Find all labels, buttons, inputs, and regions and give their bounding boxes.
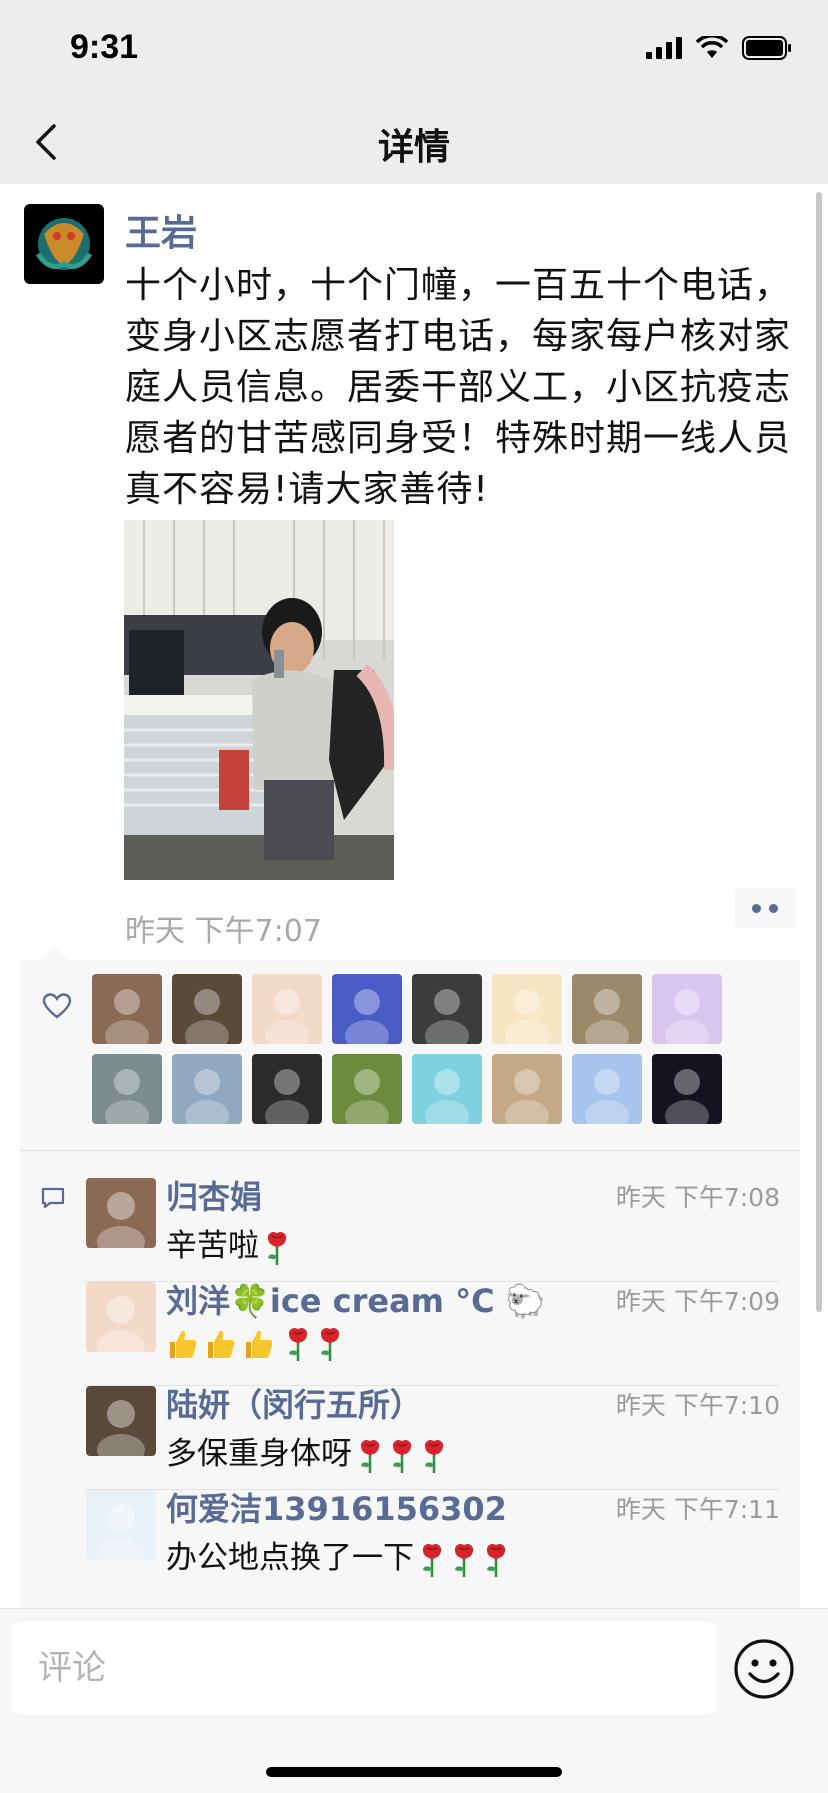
- liker-avatar[interactable]: [332, 974, 402, 1044]
- comment-bar: [0, 1608, 828, 1793]
- status-icons: [646, 36, 792, 60]
- signal-icon: [646, 37, 682, 59]
- comment-item[interactable]: 陆妍（闵行五所） 昨天 下午7:10 多保重身体呀: [84, 1372, 800, 1490]
- liker-avatar[interactable]: [652, 1054, 722, 1124]
- commenter-avatar[interactable]: [86, 1282, 156, 1352]
- page-title: 详情: [377, 127, 450, 168]
- comment-text: 辛苦啦: [166, 1228, 259, 1264]
- commenter-avatar[interactable]: [86, 1386, 156, 1456]
- liker-avatar[interactable]: [172, 1054, 242, 1124]
- liker-avatar[interactable]: [572, 974, 642, 1044]
- comment-body: 👍👍👍: [166, 1324, 344, 1362]
- liker-avatar[interactable]: [652, 974, 722, 1044]
- liker-avatar[interactable]: [252, 1054, 322, 1124]
- interaction-panel: 归杏娟 昨天 下午7:08 辛苦啦刘洋🍀ice cream °C 🐑 昨天 下午7:0…: [20, 960, 800, 1608]
- liker-avatar[interactable]: [92, 1054, 162, 1124]
- thumbs-up-emoji-icon: [208, 1330, 235, 1358]
- rose-emoji-icon: [486, 1543, 506, 1577]
- thumbs-up-emoji-icon: [170, 1330, 197, 1358]
- commenter-name[interactable]: 归杏娟: [166, 1172, 262, 1218]
- comment-timestamp: 昨天 下午7:09: [615, 1287, 780, 1316]
- dot-icon: [769, 903, 778, 913]
- comment-input[interactable]: [12, 1621, 716, 1715]
- comments-section: 归杏娟 昨天 下午7:08 辛苦啦刘洋🍀ice cream °C 🐑 昨天 下午7:0…: [20, 1150, 800, 1608]
- rose-emoji-icon: [360, 1439, 380, 1473]
- more-options-button[interactable]: [734, 888, 796, 928]
- liker-avatar[interactable]: [172, 974, 242, 1044]
- likes-section: [20, 960, 800, 1150]
- nav-bar: 详情: [0, 100, 828, 184]
- comment-body: 多保重身体呀: [166, 1428, 448, 1474]
- rose-emoji-icon: [422, 1543, 442, 1577]
- post-timestamp: 昨天 下午7:07: [125, 914, 322, 949]
- battery-icon: [742, 36, 791, 60]
- liker-avatar[interactable]: [332, 1054, 402, 1124]
- rose-emoji-icon: [392, 1439, 412, 1473]
- panel-pointer: [40, 946, 68, 960]
- liker-avatar[interactable]: [572, 1054, 642, 1124]
- commenter-avatar[interactable]: [86, 1178, 156, 1248]
- home-indicator[interactable]: [266, 1767, 562, 1777]
- commenter-name[interactable]: 何爱洁13916156302: [166, 1484, 507, 1530]
- commenter-name[interactable]: 刘洋🍀ice cream °C 🐑: [166, 1276, 546, 1322]
- comment-timestamp: 昨天 下午7:11: [615, 1495, 780, 1524]
- dot-icon: [752, 903, 761, 913]
- rose-emoji-icon: [320, 1327, 340, 1361]
- author-avatar[interactable]: [24, 204, 104, 284]
- rose-emoji-icon: [267, 1231, 287, 1265]
- commenter-name[interactable]: 陆妍（闵行五所）: [166, 1380, 422, 1426]
- emoji-smile-icon[interactable]: [732, 1637, 796, 1701]
- comment-timestamp: 昨天 下午7:08: [615, 1183, 780, 1212]
- heart-outline-icon: [42, 993, 72, 1019]
- comment-body: 办公地点换了一下: [166, 1532, 510, 1578]
- liker-avatar[interactable]: [492, 974, 562, 1044]
- liker-avatar[interactable]: [412, 1054, 482, 1124]
- comment-text: 办公地点换了一下: [166, 1540, 414, 1576]
- author-name[interactable]: 王岩: [125, 204, 197, 256]
- comment-bubble-icon: [41, 1187, 65, 1209]
- liker-avatar[interactable]: [412, 974, 482, 1044]
- rose-emoji-icon: [424, 1439, 444, 1473]
- post-detail[interactable]: 王岩 十个小时，十个门幢，一百五十个电话，变身小区志愿者打电话，每家每户核对家庭…: [0, 184, 828, 1608]
- liker-avatar[interactable]: [252, 974, 322, 1044]
- commenter-avatar[interactable]: [86, 1490, 156, 1560]
- comment-body: 辛苦啦: [166, 1220, 291, 1266]
- rose-emoji-icon: [454, 1543, 474, 1577]
- liker-avatar-grid: [92, 974, 732, 1124]
- rose-emoji-icon: [288, 1327, 308, 1361]
- liker-avatar[interactable]: [492, 1054, 562, 1124]
- post-text: 十个小时，十个门幢，一百五十个电话，变身小区志愿者打电话，每家每户核对家庭人员信…: [125, 265, 792, 510]
- scrollbar[interactable]: [816, 192, 822, 1312]
- status-time: 9:31: [70, 28, 139, 66]
- wifi-icon: [696, 36, 728, 58]
- post-photo[interactable]: [124, 520, 394, 880]
- liker-avatar[interactable]: [92, 974, 162, 1044]
- status-bar: 9:31: [0, 0, 828, 100]
- comment-item[interactable]: 刘洋🍀ice cream °C 🐑 昨天 下午7:09 👍👍👍: [84, 1268, 800, 1386]
- comment-timestamp: 昨天 下午7:10: [615, 1391, 780, 1420]
- comment-text: 多保重身体呀: [166, 1436, 352, 1472]
- comment-item[interactable]: 何爱洁13916156302 昨天 下午7:11 办公地点换了一下: [84, 1476, 800, 1594]
- thumbs-up-emoji-icon: [246, 1330, 273, 1358]
- comment-item[interactable]: 归杏娟 昨天 下午7:08 辛苦啦: [84, 1164, 800, 1282]
